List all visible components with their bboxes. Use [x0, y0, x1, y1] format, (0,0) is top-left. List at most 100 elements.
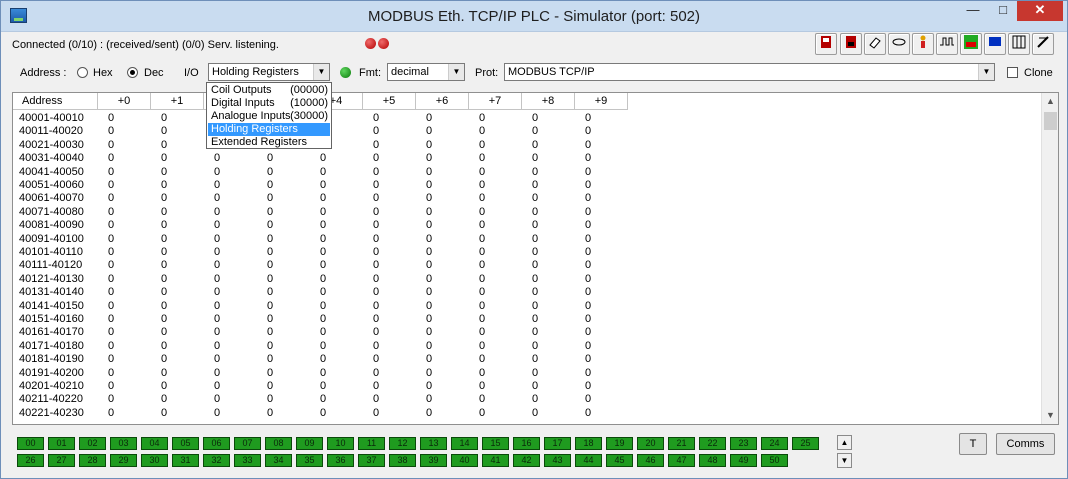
register-value-cell[interactable]: 0: [373, 125, 379, 138]
register-value-cell[interactable]: 0: [532, 152, 538, 165]
dropdown-option[interactable]: Analogue Inputs (30000): [208, 110, 330, 123]
register-value-cell[interactable]: 0: [532, 273, 538, 286]
channel-button[interactable]: 21: [668, 437, 695, 450]
table-row[interactable]: 40211-40220 0 0 0 0 0 0 0 0 0 0: [13, 393, 1041, 406]
register-value-cell[interactable]: 0: [267, 313, 273, 326]
register-value-cell[interactable]: 0: [267, 367, 273, 380]
open-icon[interactable]: [840, 33, 862, 55]
register-value-cell[interactable]: 0: [214, 407, 220, 420]
register-value-cell[interactable]: 0: [585, 246, 591, 259]
panel-icon[interactable]: [1008, 33, 1030, 55]
register-value-cell[interactable]: 0: [532, 326, 538, 339]
register-value-cell[interactable]: 0: [108, 393, 114, 406]
register-value-cell[interactable]: 0: [585, 393, 591, 406]
register-value-cell[interactable]: 0: [108, 166, 114, 179]
register-value-cell[interactable]: 0: [373, 139, 379, 152]
register-value-cell[interactable]: 0: [373, 192, 379, 205]
modbus-icon[interactable]: [960, 33, 982, 55]
register-value-cell[interactable]: 0: [161, 259, 167, 272]
register-value-cell[interactable]: 0: [161, 166, 167, 179]
register-value-cell[interactable]: 0: [320, 219, 326, 232]
register-value-cell[interactable]: 0: [267, 326, 273, 339]
register-value-cell[interactable]: 0: [161, 326, 167, 339]
table-row[interactable]: 40031-40040 0 0 0 0 0 0 0 0 0 0: [13, 152, 1041, 165]
channel-button[interactable]: 26: [17, 454, 44, 467]
register-value-cell[interactable]: 0: [320, 152, 326, 165]
register-value-cell[interactable]: 0: [532, 112, 538, 125]
register-value-cell[interactable]: 0: [532, 300, 538, 313]
register-value-cell[interactable]: 0: [373, 353, 379, 366]
register-value-cell[interactable]: 0: [320, 166, 326, 179]
register-value-cell[interactable]: 0: [479, 219, 485, 232]
register-value-cell[interactable]: 0: [108, 206, 114, 219]
channel-button[interactable]: 08: [265, 437, 292, 450]
table-row[interactable]: 40021-400300000000000: [13, 139, 1041, 152]
register-value-cell[interactable]: 0: [108, 286, 114, 299]
channel-button[interactable]: 04: [141, 437, 168, 450]
register-value-cell[interactable]: 0: [585, 380, 591, 393]
channel-button[interactable]: 25: [792, 437, 819, 450]
register-value-cell[interactable]: 0: [108, 300, 114, 313]
comms-button[interactable]: Comms: [996, 433, 1055, 455]
register-value-cell[interactable]: 0: [585, 125, 591, 138]
register-value-cell[interactable]: 0: [585, 152, 591, 165]
register-value-cell[interactable]: 0: [373, 286, 379, 299]
table-row[interactable]: 40111-40120 0 0 0 0 0 0 0 0 0 0: [13, 259, 1041, 272]
register-value-cell[interactable]: 0: [320, 407, 326, 420]
register-value-cell[interactable]: 0: [161, 206, 167, 219]
channel-button[interactable]: 31: [172, 454, 199, 467]
register-value-cell[interactable]: 0: [108, 192, 114, 205]
register-value-cell[interactable]: 0: [585, 313, 591, 326]
register-value-cell[interactable]: 0: [585, 112, 591, 125]
register-value-cell[interactable]: 0: [426, 300, 432, 313]
channel-button[interactable]: 49: [730, 454, 757, 467]
register-value-cell[interactable]: 0: [108, 313, 114, 326]
channel-button[interactable]: 20: [637, 437, 664, 450]
register-value-cell[interactable]: 0: [108, 125, 114, 138]
vertical-scrollbar[interactable]: ▲ ▼: [1041, 93, 1058, 424]
channel-button[interactable]: 47: [668, 454, 695, 467]
channel-button[interactable]: 10: [327, 437, 354, 450]
register-value-cell[interactable]: 0: [373, 326, 379, 339]
register-value-cell[interactable]: 0: [161, 219, 167, 232]
register-value-cell[interactable]: 0: [161, 367, 167, 380]
register-value-cell[interactable]: 0: [532, 380, 538, 393]
register-value-cell[interactable]: 0: [426, 353, 432, 366]
channel-button[interactable]: 09: [296, 437, 323, 450]
dropdown-option[interactable]: Holding Registers: [208, 123, 330, 136]
table-row[interactable]: 40091-40100 0 0 0 0 0 0 0 0 0 0: [13, 233, 1041, 246]
table-row[interactable]: 40141-40150 0 0 0 0 0 0 0 0 0 0: [13, 300, 1041, 313]
register-value-cell[interactable]: 0: [267, 152, 273, 165]
t-button[interactable]: T: [959, 433, 987, 455]
channel-button[interactable]: 00: [17, 437, 44, 450]
register-value-cell[interactable]: 0: [108, 179, 114, 192]
register-value-cell[interactable]: 0: [161, 112, 167, 125]
register-value-cell[interactable]: 0: [214, 326, 220, 339]
dropdown-option[interactable]: Digital Inputs (10000): [208, 97, 330, 110]
register-value-cell[interactable]: 0: [214, 300, 220, 313]
register-value-cell[interactable]: 0: [161, 380, 167, 393]
fmt-select[interactable]: decimal ▼: [387, 63, 465, 81]
channel-button[interactable]: 36: [327, 454, 354, 467]
register-value-cell[interactable]: 0: [426, 219, 432, 232]
channel-button[interactable]: 14: [451, 437, 478, 450]
channel-button[interactable]: 27: [48, 454, 75, 467]
scroll-up-icon[interactable]: ▲: [1042, 93, 1058, 110]
channel-button[interactable]: 24: [761, 437, 788, 450]
register-value-cell[interactable]: 0: [108, 273, 114, 286]
channel-button[interactable]: 17: [544, 437, 571, 450]
register-value-cell[interactable]: 0: [214, 353, 220, 366]
channel-button[interactable]: 22: [699, 437, 726, 450]
register-value-cell[interactable]: 0: [108, 233, 114, 246]
scroll-thumb[interactable]: [1044, 112, 1057, 130]
register-value-cell[interactable]: 0: [267, 246, 273, 259]
register-value-cell[interactable]: 0: [373, 112, 379, 125]
table-row[interactable]: 40161-40170 0 0 0 0 0 0 0 0 0 0: [13, 326, 1041, 339]
register-value-cell[interactable]: 0: [532, 125, 538, 138]
register-value-cell[interactable]: 0: [267, 340, 273, 353]
register-value-cell[interactable]: 0: [373, 166, 379, 179]
register-value-cell[interactable]: 0: [320, 380, 326, 393]
channel-button[interactable]: 01: [48, 437, 75, 450]
channel-button[interactable]: 35: [296, 454, 323, 467]
channel-button[interactable]: 19: [606, 437, 633, 450]
